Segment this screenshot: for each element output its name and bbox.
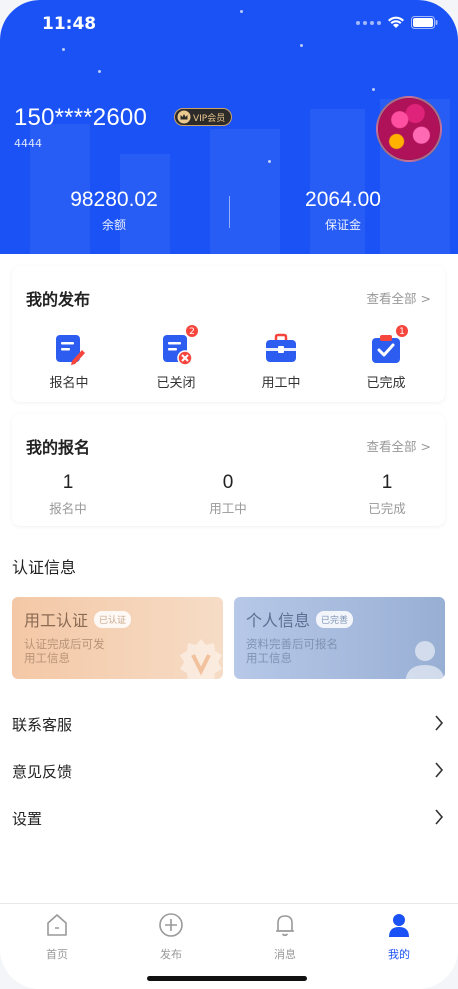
person-icon [405, 641, 445, 679]
employer-auth-title-row: 用工认证 已认证 [24, 607, 132, 631]
battery-icon [411, 16, 438, 29]
avatar[interactable] [376, 96, 442, 162]
menu-settings-label: 设置 [12, 810, 43, 828]
signup-working-count: 0 [222, 472, 234, 493]
publish-done-label: 已完成 [366, 376, 406, 391]
user-icon [389, 914, 409, 937]
deposit-stat[interactable]: 2064.00 保证金 [243, 188, 443, 233]
status-icons [356, 16, 438, 29]
tab-messages[interactable]: 消息 [228, 912, 342, 962]
employer-auth-desc-line2: 用工信息 [24, 651, 70, 665]
vip-label: VIP会员 [193, 113, 226, 124]
signup-done-count: 1 [381, 472, 393, 493]
personal-info-desc: 资料完善后可报名 用工信息 [246, 637, 338, 665]
profile-header: 11:48 150****2600 VIP会员 4444 98280.02 余额… [0, 0, 458, 254]
publish-signing-label: 报名中 [49, 376, 89, 391]
publish-done[interactable]: 1 已完成 [336, 324, 436, 391]
publish-closed-badge: 2 [185, 324, 199, 338]
signup-signing-count: 1 [62, 472, 74, 493]
chevron-right-icon [435, 809, 444, 825]
stat-divider [229, 196, 230, 228]
tab-home-label: 首页 [46, 948, 68, 961]
my-signup-card: 我的报名 查看全部 > 1 报名中 0 用工中 1 已完成 [12, 414, 445, 526]
personal-info-title: 个人信息 [246, 611, 311, 630]
publish-done-badge: 1 [395, 324, 409, 338]
tab-mine-label: 我的 [388, 948, 410, 961]
publish-working-label: 用工中 [261, 376, 301, 391]
tab-publish-label: 发布 [160, 948, 182, 961]
my-publish-view-all[interactable]: 查看全部 > [367, 288, 431, 307]
personal-info-title-row: 个人信息 已完善 [246, 607, 354, 631]
home-indicator [147, 976, 307, 981]
my-signup-view-all[interactable]: 查看全部 > [367, 436, 431, 455]
deposit-value: 2064.00 [305, 188, 381, 211]
auth-section-title: 认证信息 [12, 558, 77, 577]
tab-mine[interactable]: 我的 [342, 912, 456, 962]
user-phone: 150****2600 [14, 104, 147, 131]
employer-auth-desc-line1: 认证完成后可发 [24, 637, 105, 651]
personal-info-desc-line1: 资料完善后可报名 [246, 637, 338, 651]
publish-working[interactable]: 用工中 [231, 332, 331, 391]
employer-auth-tag: 已认证 [94, 610, 132, 628]
status-time: 11:48 [42, 14, 97, 34]
publish-closed-label: 已关闭 [156, 376, 196, 391]
publish-closed[interactable]: 2 已关闭 [126, 324, 226, 391]
personal-info-desc-line2: 用工信息 [246, 651, 292, 665]
signup-done-label: 已完成 [368, 501, 406, 516]
signup-done[interactable]: 1 已完成 [327, 472, 447, 517]
user-sub-id: 4444 [14, 137, 42, 150]
my-publish-card: 我的发布 查看全部 > 报名中 2 已关闭 用工中 1 已完成 [12, 266, 445, 402]
personal-info-card[interactable]: 个人信息 已完善 资料完善后可报名 用工信息 [234, 597, 445, 679]
my-signup-title: 我的报名 [26, 438, 91, 457]
bell-icon [276, 915, 294, 937]
home-icon [47, 914, 67, 936]
briefcase-icon [264, 332, 298, 366]
plus-circle-icon [159, 913, 183, 937]
employer-auth-card[interactable]: 用工认证 已认证 认证完成后可发 用工信息 [12, 597, 223, 679]
crown-icon [177, 110, 191, 124]
signup-signing[interactable]: 1 报名中 [8, 472, 128, 517]
signup-working-label: 用工中 [209, 501, 247, 516]
clipboard-check-icon: 1 [369, 324, 409, 366]
verified-v-icon [180, 639, 222, 679]
chevron-right-icon [435, 762, 444, 778]
menu-contact-service-label: 联系客服 [12, 716, 73, 734]
app-screen: 11:48 150****2600 VIP会员 4444 98280.02 余额… [0, 0, 458, 989]
tab-messages-label: 消息 [274, 948, 296, 961]
menu-feedback[interactable]: 意见反馈 [0, 747, 458, 795]
balance-stat[interactable]: 98280.02 余额 [14, 188, 214, 233]
menu-settings[interactable]: 设置 [0, 794, 458, 842]
balance-value: 98280.02 [70, 188, 158, 211]
menu-contact-service[interactable]: 联系客服 [0, 700, 458, 748]
employer-auth-desc: 认证完成后可发 用工信息 [24, 637, 105, 665]
chevron-right-icon [435, 715, 444, 731]
signal-icon [356, 20, 381, 25]
tab-publish[interactable]: 发布 [114, 912, 228, 962]
balance-label: 余额 [101, 218, 126, 232]
form-edit-icon [52, 332, 86, 366]
wifi-icon [388, 16, 404, 28]
vip-badge: VIP会员 [174, 108, 233, 126]
signup-signing-label: 报名中 [49, 501, 87, 516]
my-publish-title: 我的发布 [26, 290, 91, 309]
form-closed-icon: 2 [159, 324, 199, 366]
deposit-label: 保证金 [324, 218, 361, 232]
publish-signing[interactable]: 报名中 [19, 332, 119, 391]
menu-feedback-label: 意见反馈 [12, 763, 73, 781]
personal-info-tag: 已完善 [316, 610, 354, 628]
signup-working[interactable]: 0 用工中 [168, 472, 288, 517]
tab-home[interactable]: 首页 [0, 912, 114, 962]
employer-auth-title: 用工认证 [24, 611, 89, 630]
